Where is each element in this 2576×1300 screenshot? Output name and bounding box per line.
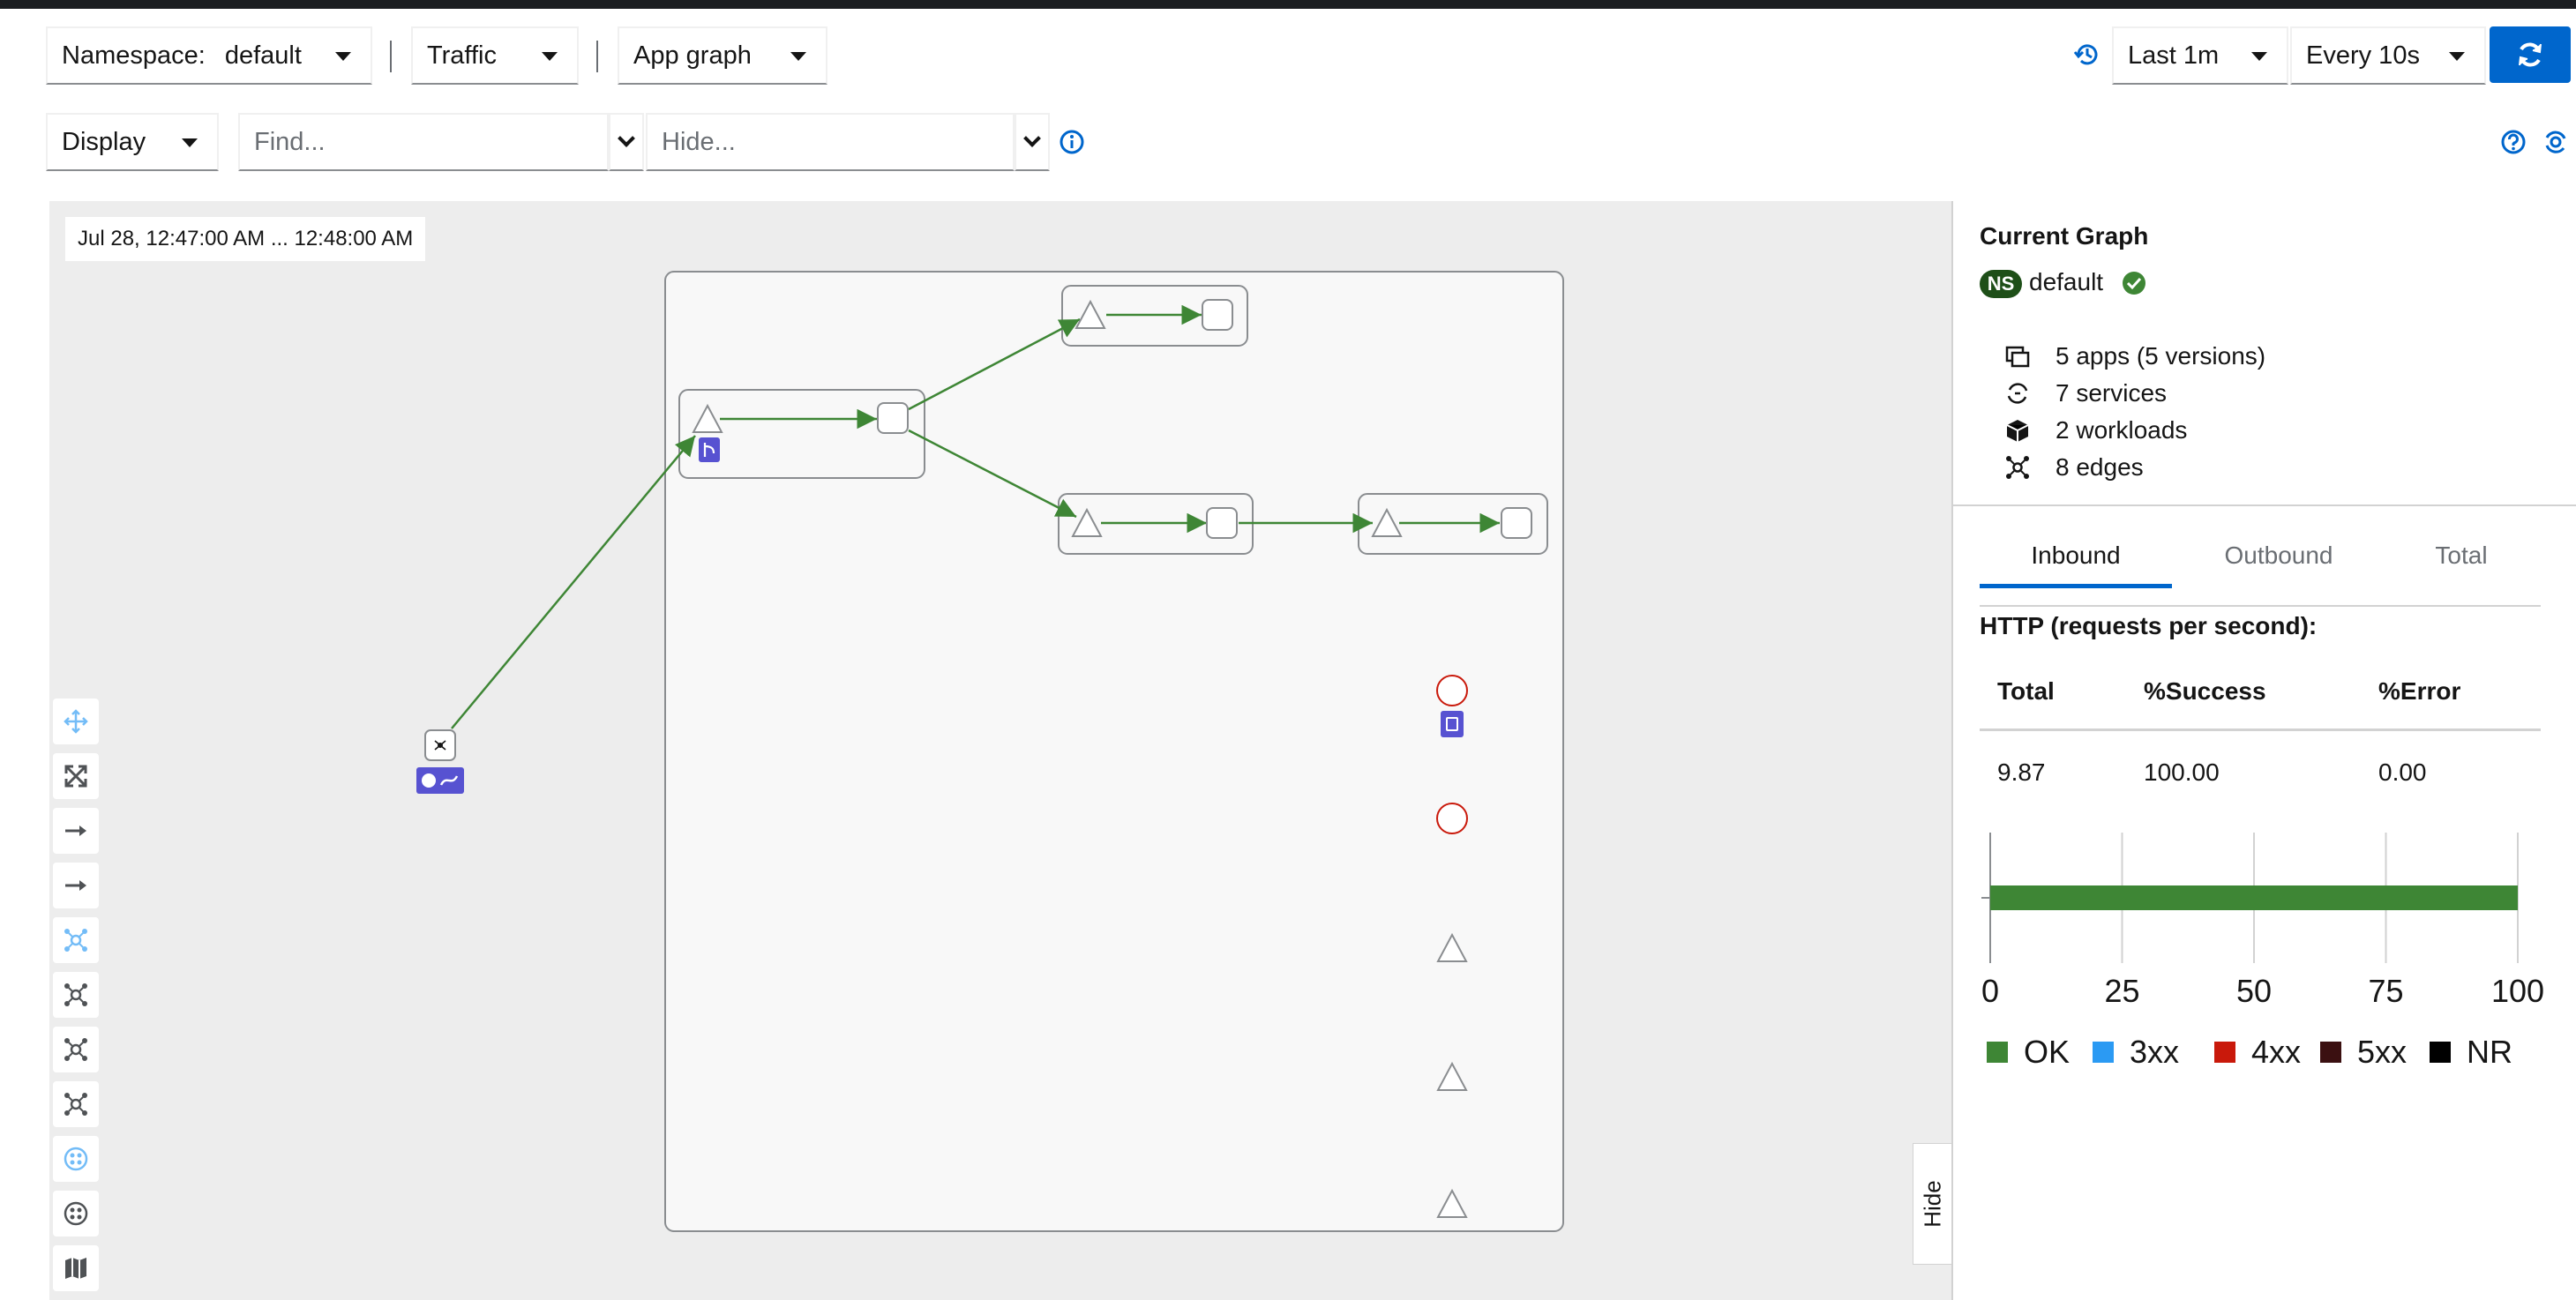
workload-badge xyxy=(1441,711,1464,737)
namespace-layout-icon xyxy=(64,1201,88,1226)
topology-icon xyxy=(64,1093,87,1116)
stat-services: 7 services xyxy=(2003,377,2167,409)
arrow-right-icon xyxy=(65,880,86,891)
legend-label: OK xyxy=(2024,1034,2071,1070)
stat-edges-text: 8 edges xyxy=(2056,453,2144,481)
refresh-interval-dropdown[interactable]: Every 10s xyxy=(2290,26,2486,85)
stat-apps-text: 5 apps (5 versions) xyxy=(2056,342,2266,370)
table-value-success: 100.00 xyxy=(2144,758,2220,786)
pan-button[interactable] xyxy=(53,699,99,744)
legend-swatch xyxy=(2214,1042,2235,1063)
zoom-to-fit-button[interactable] xyxy=(53,753,99,799)
namespace-layout-2-button[interactable] xyxy=(53,1191,99,1236)
move-icon xyxy=(64,709,88,734)
history-icon[interactable] xyxy=(2073,41,2101,69)
http-section-title: HTTP (requests per second): xyxy=(1980,612,2318,639)
table-value-error: 0.00 xyxy=(2378,758,2427,786)
chart-bar-ok xyxy=(1990,885,2518,910)
chart-tick-label: 50 xyxy=(2236,973,2272,1009)
table-header-total: Total xyxy=(1997,677,2055,705)
legend-button[interactable] xyxy=(53,1245,99,1291)
topology-icon xyxy=(64,929,87,952)
stat-workloads-text: 2 workloads xyxy=(2056,416,2188,444)
chevron-down-icon xyxy=(2251,52,2267,61)
legend-label: 4xx xyxy=(2251,1034,2302,1070)
legend-item: 5xx xyxy=(2320,1034,2407,1071)
namespace-badge: NS xyxy=(1980,270,2022,298)
applications-icon xyxy=(2003,341,2033,371)
tabs-baseline xyxy=(1980,605,2541,607)
graph-drawing xyxy=(416,271,1564,1232)
topology-icon xyxy=(64,1038,87,1061)
expand-icon xyxy=(64,765,87,788)
chart-tick-label: 100 xyxy=(2491,973,2544,1009)
refresh-interval-label: Every 10s xyxy=(2306,41,2420,70)
chart-tick-label: 75 xyxy=(2368,973,2403,1009)
panel-divider xyxy=(1951,504,2576,506)
app-node[interactable] xyxy=(1206,507,1238,539)
layout-3-button[interactable] xyxy=(53,972,99,1018)
topology-icon xyxy=(64,983,87,1006)
virtual-service-badge xyxy=(699,437,720,462)
table-value-total: 9.87 xyxy=(1997,758,2046,786)
layout-default-button[interactable] xyxy=(53,808,99,854)
app-node[interactable] xyxy=(877,402,909,434)
topology-icon xyxy=(2003,452,2033,482)
tab-inbound[interactable]: Inbound xyxy=(1980,542,2172,586)
chart-tick-label: 0 xyxy=(1981,973,1999,1009)
stat-services-text: 7 services xyxy=(2056,379,2168,407)
workloads-icon xyxy=(2003,415,2033,445)
table-header-error: %Error xyxy=(2378,677,2461,705)
namespace-layout-icon xyxy=(64,1147,88,1171)
chevron-down-icon xyxy=(2449,52,2465,61)
tab-outbound[interactable]: Outbound xyxy=(2186,542,2371,586)
legend-item: NR xyxy=(2430,1034,2512,1071)
services-icon xyxy=(2003,378,2033,408)
layout-4-button[interactable] xyxy=(53,1027,99,1072)
legend-label: 5xx xyxy=(2357,1034,2408,1070)
active-tab-indicator xyxy=(1980,584,2172,588)
layout-5-button[interactable] xyxy=(53,1081,99,1127)
layout-1-button[interactable] xyxy=(53,863,99,908)
tab-total[interactable]: Total xyxy=(2387,542,2535,586)
map-icon xyxy=(65,1258,86,1279)
graph-refresh-settings-icon[interactable] xyxy=(2541,127,2571,157)
app-node[interactable] xyxy=(1202,299,1233,331)
panel-namespace[interactable]: default xyxy=(2029,268,2103,296)
chart-tick-label: 25 xyxy=(2104,973,2139,1009)
legend-item: OK xyxy=(1987,1034,2070,1071)
namespace-layout-1-button[interactable] xyxy=(53,1136,99,1182)
table-header-success: %Success xyxy=(2144,677,2266,705)
panel-title: Current Graph xyxy=(1980,222,2149,250)
layout-2-button[interactable] xyxy=(53,917,99,963)
time-range-label: Last 1m xyxy=(2128,41,2220,70)
workload-node[interactable] xyxy=(1436,675,1468,706)
legend-swatch xyxy=(2093,1042,2114,1063)
table-header-divider xyxy=(1980,728,2541,731)
stat-apps: 5 apps (5 versions) xyxy=(2003,340,2265,372)
legend-item: 3xx xyxy=(2093,1034,2179,1071)
hide-label: Hide xyxy=(1919,1180,1945,1228)
graph-edge[interactable] xyxy=(451,435,696,729)
legend-swatch xyxy=(2430,1042,2451,1063)
legend-label: NR xyxy=(2467,1034,2512,1070)
app-node[interactable] xyxy=(1501,507,1532,539)
gateway-icon xyxy=(422,773,436,788)
traffic-chart: 0 25 50 75 100 xyxy=(1981,833,2544,1009)
check-circle-icon xyxy=(2123,272,2145,295)
legend-swatch xyxy=(2320,1042,2341,1063)
arrow-right-icon xyxy=(65,826,86,836)
legend-label: 3xx xyxy=(2130,1034,2180,1070)
refresh-button[interactable] xyxy=(2490,26,2571,83)
stat-workloads: 2 workloads xyxy=(2003,415,2187,446)
time-range-dropdown[interactable]: Last 1m xyxy=(2112,26,2288,85)
help-icon[interactable] xyxy=(2500,129,2527,155)
workload-node[interactable] xyxy=(1436,803,1468,834)
refresh-icon xyxy=(2519,42,2542,67)
hide-panel-button[interactable]: Hide xyxy=(1913,1143,1951,1265)
legend-item: 4xx xyxy=(2214,1034,2301,1071)
stat-edges: 8 edges xyxy=(2003,452,2144,483)
legend-swatch xyxy=(1987,1042,2008,1063)
